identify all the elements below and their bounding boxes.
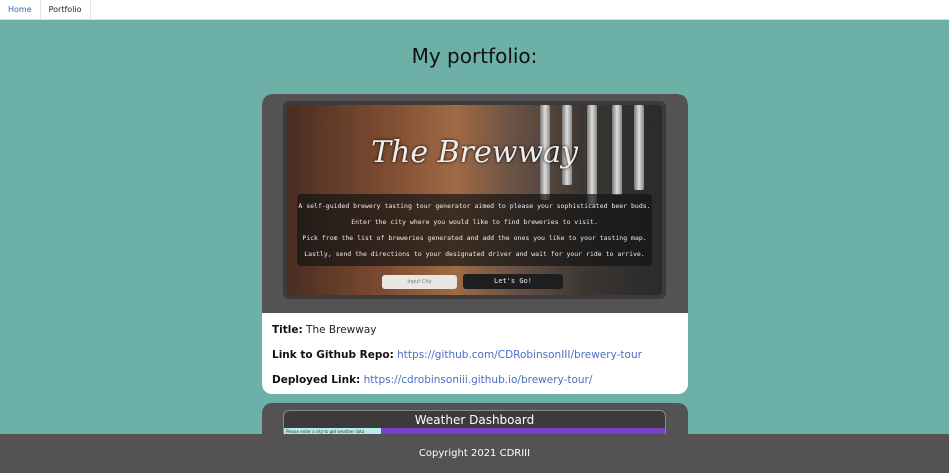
project-repo-label: Link to Github Repo: [272, 349, 394, 361]
screenshot-app-title: The Brewway [371, 135, 578, 170]
screenshot-line: Lastly, send the directions to your desi… [304, 250, 645, 258]
project-title-label: Title: [272, 324, 303, 336]
nav-home-link[interactable]: Home [0, 0, 41, 19]
project-repo-link[interactable]: https://github.com/CDRobinsonIII/brewery… [397, 349, 642, 361]
project-screenshot[interactable]: The Brewway A self-guided brewery tastin… [283, 101, 666, 299]
project-deployed-row: Deployed Link: https://cdrobinsoniii.git… [272, 373, 678, 387]
project-title: The Brewway [306, 324, 377, 336]
screenshot-app-title: Weather Dashboard [414, 413, 535, 427]
footer: Copyright 2021 CDRIII [0, 434, 949, 473]
screenshot-description: A self-guided brewery tasting tour gener… [297, 194, 652, 266]
project-card: The Brewway A self-guided brewery tastin… [262, 94, 688, 394]
footer-copyright: Copyright 2021 CDRIII [418, 448, 531, 459]
nav-portfolio-link[interactable]: Portfolio [41, 0, 91, 19]
screenshot-go-button: Let's Go! [463, 274, 563, 289]
screenshot-line: A self-guided brewery tasting tour gener… [298, 202, 651, 210]
screenshot-city-input: Input City [382, 275, 457, 289]
project-screenshot-frame: The Brewway A self-guided brewery tastin… [262, 94, 688, 313]
screenshot-line: Pick from the list of breweries generate… [302, 234, 647, 242]
brewway-screenshot-image: The Brewway A self-guided brewery tastin… [287, 105, 662, 295]
project-deployed-link[interactable]: https://cdrobinsoniii.github.io/brewery-… [364, 374, 593, 386]
project-details: Title: The Brewway Link to Github Repo: … [262, 313, 688, 387]
top-nav: Home Portfolio [0, 0, 949, 20]
page-title: My portfolio: [411, 44, 538, 68]
project-title-row: Title: The Brewway [272, 323, 678, 337]
screenshot-line: Enter the city where you would like to f… [351, 218, 598, 226]
project-repo-row: Link to Github Repo: https://github.com/… [272, 348, 678, 362]
project-deployed-label: Deployed Link: [272, 374, 361, 386]
